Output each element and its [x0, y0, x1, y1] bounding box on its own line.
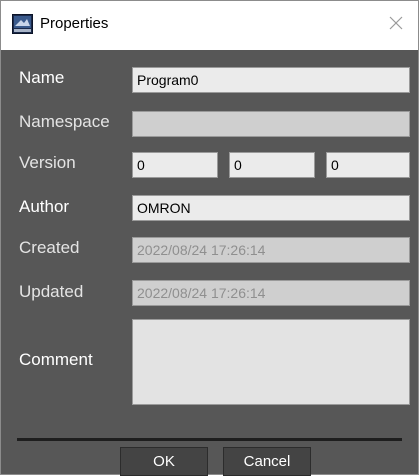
ok-button[interactable]: OK [120, 447, 208, 476]
version-patch-field[interactable]: 0 [326, 152, 410, 178]
created-label: Created [19, 238, 80, 257]
name-label: Name [19, 68, 65, 87]
version-major-field[interactable]: 0 [132, 152, 218, 178]
button-separator [17, 438, 402, 441]
comment-textarea[interactable] [132, 319, 410, 405]
window-title: Properties [40, 15, 109, 32]
close-icon[interactable] [388, 15, 404, 31]
title-bar: Properties [1, 1, 418, 50]
version-minor-field[interactable]: 0 [229, 152, 315, 178]
comment-label: Comment [19, 350, 93, 369]
namespace-field[interactable] [132, 111, 410, 137]
cancel-button[interactable]: Cancel [223, 447, 311, 476]
updated-field: 2022/08/24 17:26:14 [132, 280, 410, 306]
version-label: Version [19, 153, 76, 172]
updated-label: Updated [19, 282, 84, 301]
author-field[interactable]: OMRON [132, 195, 410, 221]
namespace-label: Namespace [19, 112, 110, 131]
properties-window-icon [12, 14, 33, 34]
properties-dialog: Properties Name Program0 Namespace Versi… [0, 0, 419, 476]
author-label: Author [19, 197, 70, 216]
created-field: 2022/08/24 17:26:14 [132, 237, 410, 263]
name-field[interactable]: Program0 [132, 67, 410, 93]
